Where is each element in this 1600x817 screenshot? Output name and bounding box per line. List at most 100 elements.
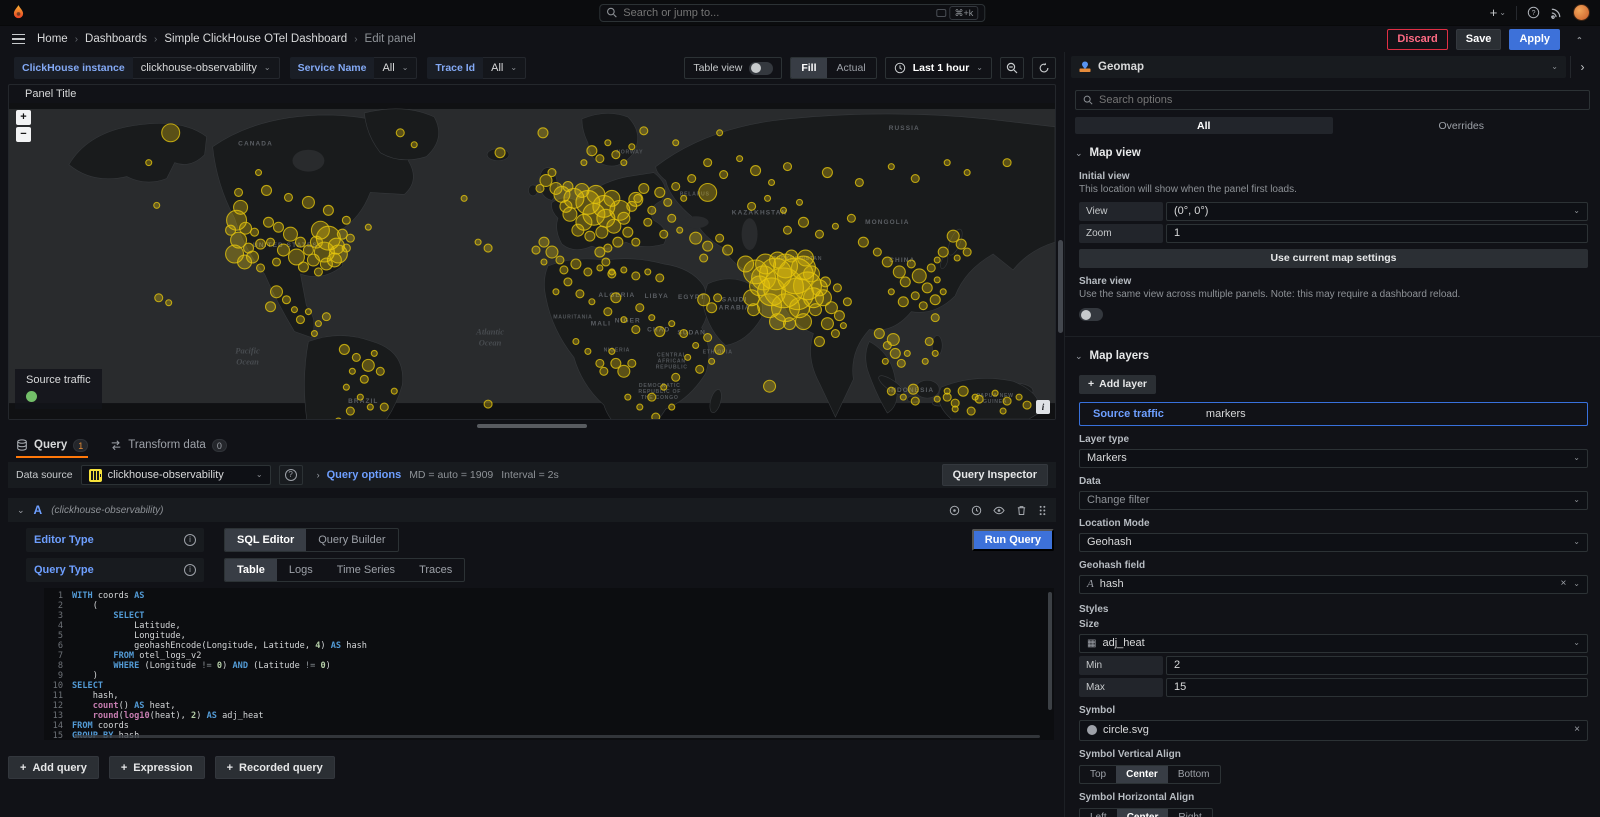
query-options-expander[interactable]: ›Query options — [317, 469, 402, 481]
tab-query[interactable]: Query 1 — [16, 432, 88, 458]
discard-button[interactable]: Discard — [1387, 29, 1447, 50]
breadcrumb-home[interactable]: Home — [37, 33, 68, 45]
tab-transform-data[interactable]: Transform data 0 — [110, 432, 227, 458]
query-footer-actions: +Add query +Expression +Recorded query — [8, 756, 1056, 779]
layer-type-select[interactable]: Markers⌄ — [1079, 449, 1588, 468]
query-header[interactable]: ⌄ A (clickhouse-observability) — [8, 498, 1056, 522]
clear-value-icon[interactable]: × — [1560, 579, 1566, 589]
data-filter-select[interactable]: Change filter⌄ — [1079, 491, 1588, 510]
breadcrumb-dashboards[interactable]: Dashboards — [85, 33, 147, 45]
map-zoom-in-button[interactable]: + — [16, 110, 31, 125]
svg-text:Ocean: Ocean — [479, 337, 502, 347]
share-view-desc: Use the same view across multiple panels… — [1079, 289, 1489, 302]
table-view-toggle[interactable]: Table view — [684, 57, 782, 79]
actual-option[interactable]: Actual — [827, 58, 876, 78]
sql-code-editor[interactable]: 1WITH coords AS2 (3 SELECT4 Latitude,5 L… — [44, 588, 1054, 740]
map-attribution-button[interactable]: i — [1036, 400, 1050, 414]
valign-center[interactable]: Center — [1116, 766, 1168, 783]
duplicate-query-icon[interactable] — [949, 505, 960, 516]
options-search-input[interactable] — [1099, 94, 1582, 106]
svg-text:ARABIA: ARABIA — [719, 305, 751, 312]
collapse-query-icon[interactable]: ⌄ — [17, 505, 25, 516]
fill-option[interactable]: Fill — [791, 58, 826, 78]
layer-name[interactable]: Source traffic — [1093, 408, 1164, 420]
info-circle-icon: i — [184, 564, 196, 576]
query-builder-option[interactable]: Query Builder — [306, 529, 397, 551]
variable-value-dropdown[interactable]: All⌄ — [483, 57, 526, 79]
size-field-select[interactable]: ▦ adj_heat ⌄ — [1079, 634, 1588, 653]
geohash-field-select[interactable]: A hash ×⌄ — [1079, 575, 1588, 594]
map-zoom-out-button[interactable]: − — [16, 127, 31, 142]
halign-right[interactable]: Right — [1168, 809, 1211, 817]
global-search[interactable]: ⌘+k — [599, 4, 985, 22]
refresh-button[interactable] — [1032, 57, 1056, 79]
search-input[interactable] — [623, 7, 930, 19]
time-range-picker[interactable]: Last 1 hour⌄ — [885, 57, 992, 79]
resize-handle[interactable] — [477, 424, 587, 428]
layer-item-source-traffic[interactable]: Source traffic markers — [1079, 402, 1588, 426]
add-query-button[interactable]: +Add query — [8, 756, 99, 779]
variable-value-dropdown[interactable]: clickhouse-observability⌄ — [133, 57, 280, 79]
halign-left[interactable]: Left — [1080, 809, 1117, 817]
zoom-input[interactable] — [1174, 227, 1580, 239]
user-avatar[interactable] — [1573, 4, 1590, 21]
symbol-select[interactable]: circle.svg × — [1079, 720, 1588, 741]
query-type-segment: Table Logs Time Series Traces — [224, 558, 465, 582]
help-icon[interactable]: ? — [1527, 6, 1540, 19]
drag-handle-icon[interactable] — [1038, 505, 1047, 516]
zoom-out-time-button[interactable] — [1000, 57, 1024, 79]
main-scrollbar-thumb[interactable] — [1058, 240, 1063, 333]
section-map-layers[interactable]: ⌄ Map layers — [1065, 336, 1600, 366]
save-button[interactable]: Save — [1456, 29, 1502, 50]
sql-editor-option[interactable]: SQL Editor — [225, 529, 306, 551]
valign-top[interactable]: Top — [1080, 766, 1116, 783]
query-inspector-button[interactable]: Query Inspector — [942, 464, 1048, 486]
datasource-select[interactable]: clickhouse-observability ⌄ — [81, 465, 271, 485]
panel-title[interactable]: Panel Title — [9, 85, 1055, 103]
tab-overrides[interactable]: Overrides — [1333, 117, 1591, 134]
toggle-switch[interactable] — [749, 62, 773, 75]
variable-service-name: Service Name All⌄ — [290, 57, 418, 79]
section-map-view[interactable]: ⌄ Map view — [1065, 134, 1600, 163]
visualization-picker[interactable]: Geomap ⌄ — [1071, 56, 1566, 78]
halign-center[interactable]: Center — [1117, 809, 1169, 817]
clear-symbol-icon[interactable]: × — [1574, 725, 1580, 735]
editor-horizontal-scrollbar[interactable] — [74, 735, 1040, 738]
min-input[interactable] — [1174, 659, 1580, 671]
news-rss-icon[interactable] — [1550, 6, 1563, 19]
max-input[interactable] — [1174, 681, 1580, 693]
grafana-logo-icon[interactable] — [10, 4, 27, 21]
query-type-timeseries[interactable]: Time Series — [325, 559, 407, 581]
menu-hamburger-icon[interactable] — [10, 32, 27, 47]
datasource-help-button[interactable]: ? — [279, 465, 303, 485]
number-field-type-icon: ▦ — [1087, 638, 1096, 649]
geomap-canvas[interactable]: RUSSIACANADAUNITED STATESKAZAKHSTANMONGO… — [9, 103, 1055, 419]
add-expression-button[interactable]: +Expression — [109, 756, 205, 779]
top-nav: ⌘+k +⌄ ? — [0, 0, 1600, 26]
share-view-toggle[interactable] — [1079, 308, 1103, 321]
recorded-query-button[interactable]: +Recorded query — [215, 756, 335, 779]
add-new-button[interactable]: +⌄ — [1490, 5, 1506, 20]
editor-vertical-scrollbar[interactable] — [1048, 592, 1052, 710]
view-select[interactable]: (0°, 0°)⌄ — [1166, 202, 1588, 221]
apply-button[interactable]: Apply — [1509, 29, 1560, 50]
hide-query-eye-icon[interactable] — [993, 505, 1005, 516]
options-search[interactable] — [1075, 90, 1590, 110]
delete-query-trash-icon[interactable] — [1016, 505, 1027, 516]
collapse-options-button[interactable]: › — [1570, 56, 1594, 78]
use-current-map-settings-button[interactable]: Use current map settings — [1079, 249, 1588, 268]
view-row: View (0°, 0°)⌄ — [1079, 202, 1588, 221]
query-history-icon[interactable] — [971, 505, 982, 516]
query-type-table[interactable]: Table — [225, 559, 277, 581]
variable-value-dropdown[interactable]: All⌄ — [374, 57, 417, 79]
initial-view-desc: This location will show when the panel f… — [1079, 184, 1588, 197]
breadcrumb-dashboard-name[interactable]: Simple ClickHouse OTel Dashboard — [164, 33, 347, 45]
query-type-logs[interactable]: Logs — [277, 559, 325, 581]
add-layer-button[interactable]: +Add layer — [1079, 375, 1156, 394]
run-query-button[interactable]: Run Query — [972, 529, 1054, 551]
query-type-traces[interactable]: Traces — [407, 559, 464, 581]
location-mode-select[interactable]: Geohash⌄ — [1079, 533, 1588, 552]
tab-all[interactable]: All — [1075, 117, 1333, 134]
valign-bottom[interactable]: Bottom — [1168, 766, 1220, 783]
collapse-up-button[interactable]: ⌄ — [1568, 29, 1590, 50]
